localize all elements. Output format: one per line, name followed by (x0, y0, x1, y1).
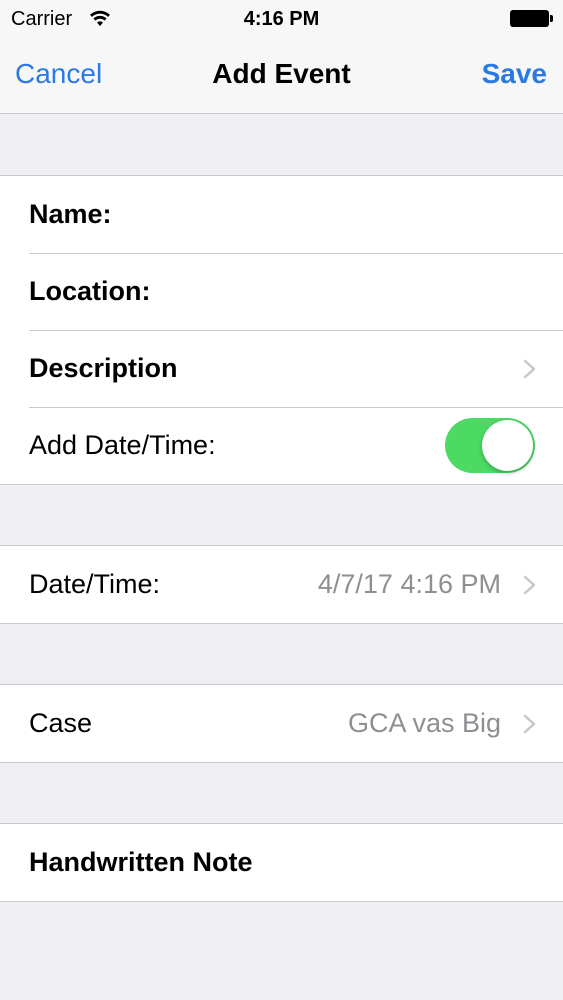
chevron-right-icon (523, 714, 536, 734)
case-value: GCA vas Big (347, 708, 501, 738)
handwritten-note-label: Handwritten Note (29, 847, 253, 877)
status-time: 4:16 PM (243, 8, 320, 30)
location-row[interactable]: Location: (0, 253, 563, 330)
case-label: Case (29, 708, 93, 738)
description-label: Description (29, 353, 178, 383)
add-datetime-row: Add Date/Time: (0, 407, 563, 484)
name-row[interactable]: Name: (0, 176, 563, 253)
note-group: Handwritten Note (0, 823, 563, 902)
handwritten-note-row[interactable]: Handwritten Note (0, 824, 563, 901)
chevron-right-icon (523, 359, 536, 379)
datetime-group: Date/Time: 4/7/17 4:16 PM (0, 545, 563, 624)
case-row[interactable]: Case GCA vas Big (0, 685, 563, 762)
page-title: Add Event (212, 58, 351, 89)
toggle-knob (482, 420, 533, 471)
chevron-right-icon (523, 575, 536, 595)
case-group: Case GCA vas Big (0, 684, 563, 763)
add-datetime-label: Add Date/Time: (29, 430, 216, 460)
status-bar: Carrier 4:16 PM (0, 0, 563, 38)
name-label: Name: (29, 199, 112, 229)
save-button[interactable]: Save (482, 58, 547, 90)
datetime-row[interactable]: Date/Time: 4/7/17 4:16 PM (0, 546, 563, 623)
location-label: Location: (29, 276, 151, 306)
navigation-bar: Cancel Add Event Save (0, 38, 563, 114)
add-datetime-toggle[interactable] (445, 418, 535, 473)
battery-icon (510, 10, 553, 27)
description-row[interactable]: Description (0, 330, 563, 407)
event-details-group: Name: Location: Description Add Date/Tim… (0, 175, 563, 485)
datetime-label: Date/Time: (29, 569, 161, 599)
datetime-value: 4/7/17 4:16 PM (317, 569, 501, 599)
